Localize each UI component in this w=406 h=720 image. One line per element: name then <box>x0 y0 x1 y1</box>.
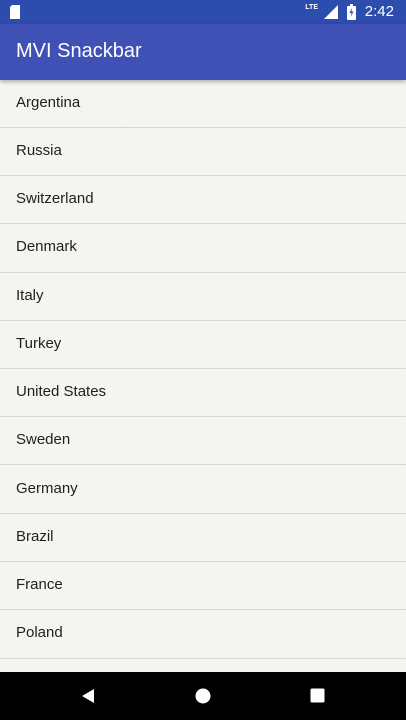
list-item[interactable]: Germany <box>0 466 406 514</box>
list-item[interactable]: Brazil <box>0 514 406 562</box>
list-item[interactable]: Russia <box>0 128 406 176</box>
app-title: MVI Snackbar <box>16 40 142 62</box>
status-time: 2:42 <box>364 3 394 20</box>
navigation-bar <box>0 672 406 720</box>
battery-icon <box>347 4 356 20</box>
list-item-label: United States <box>16 383 107 400</box>
sd-card-icon <box>10 5 20 19</box>
signal-icon <box>324 5 338 19</box>
list-item-label: Sweden <box>16 431 71 448</box>
list-item-label: Italy <box>16 287 44 304</box>
status-bar: LTE 2:42 <box>0 0 406 24</box>
network-label: LTE <box>305 4 318 11</box>
list-item-label: Russia <box>16 142 62 159</box>
list-divider <box>0 658 406 659</box>
list-item-label: Switzerland <box>16 190 94 207</box>
list-item[interactable]: France <box>0 562 406 610</box>
list-item[interactable]: Italy <box>0 273 406 321</box>
list-item[interactable]: United States <box>0 369 406 417</box>
app-bar: MVI Snackbar <box>0 24 406 80</box>
list-divider <box>0 464 406 465</box>
list-item-label: France <box>16 576 63 593</box>
list-item[interactable]: Poland <box>0 610 406 658</box>
list-item-label: Germany <box>16 480 78 497</box>
list-item-label: Brazil <box>16 528 54 545</box>
country-list[interactable]: Argentina Russia Switzerland Denmark Ita… <box>0 80 406 672</box>
list-item-label: Turkey <box>16 335 62 352</box>
list-item[interactable]: Sweden <box>0 417 406 465</box>
list-item[interactable]: Switzerland <box>0 176 406 224</box>
list-item[interactable]: Turkey <box>0 321 406 369</box>
back-icon[interactable] <box>80 688 96 704</box>
list-item[interactable]: Argentina <box>0 80 406 128</box>
home-icon[interactable] <box>195 688 211 704</box>
list-item[interactable]: Denmark <box>0 224 406 272</box>
list-item-label: Poland <box>16 624 63 641</box>
list-item-label: Denmark <box>16 238 77 255</box>
list-item-label: Argentina <box>16 94 81 111</box>
recents-icon[interactable] <box>310 688 325 703</box>
